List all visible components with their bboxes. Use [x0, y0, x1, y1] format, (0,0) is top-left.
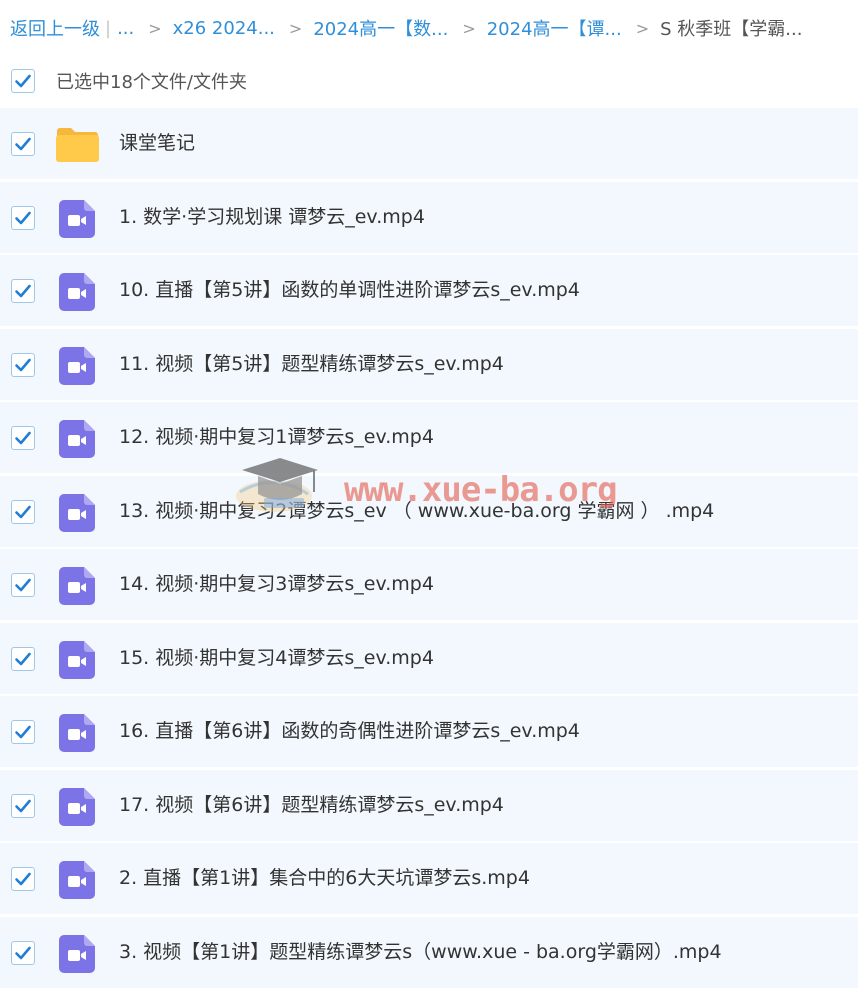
video-file-icon	[59, 714, 95, 752]
file-name[interactable]: 课堂笔记	[119, 108, 195, 179]
file-name[interactable]: 10. 直播【第5讲】函数的单调性进阶谭梦云s_ev.mp4	[119, 255, 580, 326]
row-checkbox[interactable]	[11, 352, 35, 377]
breadcrumb-more[interactable]: ...	[117, 18, 134, 39]
file-row[interactable]: 17. 视频【第6讲】题型精练谭梦云s_ev.mp4	[0, 769, 858, 841]
breadcrumb-item[interactable]: x26 2024...	[173, 18, 275, 39]
checkmark-icon	[15, 652, 31, 665]
breadcrumb-current: S 秋季班【学霸...	[660, 19, 803, 40]
file-row[interactable]: 1. 数学·学习规划课 谭梦云_ev.mp4	[0, 181, 858, 253]
file-row[interactable]: 10. 直播【第5讲】函数的单调性进阶谭梦云s_ev.mp4	[0, 255, 858, 326]
video-file-icon	[59, 861, 95, 899]
checkmark-icon	[15, 358, 31, 371]
checkmark-icon	[15, 725, 31, 739]
file-name[interactable]: 11. 视频【第5讲】题型精练谭梦云s_ev.mp4	[119, 329, 504, 400]
row-checkbox[interactable]	[11, 132, 35, 156]
breadcrumb-separator: >	[462, 18, 476, 38]
checkmark-icon	[15, 946, 31, 959]
file-row[interactable]: 11. 视频【第5讲】题型精练谭梦云s_ev.mp4	[0, 328, 858, 400]
checkmark-icon	[15, 799, 31, 812]
file-name[interactable]: 14. 视频·期中复习3谭梦云s_ev.mp4	[119, 549, 434, 620]
file-row[interactable]: 16. 直播【第6讲】函数的奇偶性进阶谭梦云s_ev.mp4	[0, 696, 858, 767]
row-checkbox[interactable]	[11, 720, 35, 744]
row-checkbox[interactable]	[11, 940, 35, 965]
file-row[interactable]: 2. 直播【第1讲】集合中的6大天坑谭梦云s.mp4	[0, 843, 858, 914]
file-name[interactable]: 17. 视频【第6讲】题型精练谭梦云s_ev.mp4	[119, 770, 504, 841]
breadcrumb-separator: >	[635, 18, 650, 38]
video-file-icon	[59, 199, 95, 238]
folder-icon	[55, 127, 100, 163]
checkmark-icon	[15, 211, 31, 224]
breadcrumb: 返回上一级 | ... > x26 2024... > 2024高一【数... …	[0, 0, 858, 56]
breadcrumb-separator: >	[148, 18, 162, 38]
checkmark-icon	[15, 74, 31, 88]
video-file-icon	[59, 420, 95, 458]
checkmark-icon	[15, 284, 31, 298]
file-name[interactable]: 16. 直播【第6讲】函数的奇偶性进阶谭梦云s_ev.mp4	[119, 696, 580, 767]
row-checkbox[interactable]	[11, 573, 35, 597]
checkmark-icon	[15, 431, 31, 445]
back-link[interactable]: 返回上一级	[10, 15, 100, 41]
breadcrumb-item[interactable]: 2024高一【数...	[313, 15, 448, 41]
file-row[interactable]: 3. 视频【第1讲】题型精练谭梦云s（www.xue - ba.org学霸网）.…	[0, 916, 858, 988]
select-all-checkbox[interactable]	[11, 69, 35, 93]
video-file-icon	[59, 493, 95, 532]
row-checkbox[interactable]	[11, 426, 35, 450]
folder-row[interactable]: 课堂笔记	[0, 108, 858, 179]
file-name[interactable]: 3. 视频【第1讲】题型精练谭梦云s（www.xue - ba.org学霸网）.…	[119, 917, 722, 988]
video-file-icon	[59, 273, 95, 311]
row-checkbox[interactable]	[11, 867, 35, 891]
file-row[interactable]: 14. 视频·期中复习3谭梦云s_ev.mp4	[0, 549, 858, 620]
file-name[interactable]: 2. 直播【第1讲】集合中的6大天坑谭梦云s.mp4	[119, 843, 530, 914]
breadcrumb-divider: |	[105, 17, 112, 39]
row-checkbox[interactable]	[11, 646, 35, 671]
breadcrumb-separator: >	[288, 18, 303, 38]
row-checkbox[interactable]	[11, 499, 35, 524]
file-name[interactable]: 15. 视频·期中复习4谭梦云s_ev.mp4	[119, 623, 434, 694]
file-row[interactable]: 13. 视频·期中复习2谭梦云s_ev （ www.xue-ba.org 学霸网…	[0, 475, 858, 547]
breadcrumb-item[interactable]: 2024高一【谭...	[487, 15, 622, 41]
file-name[interactable]: 1. 数学·学习规划课 谭梦云_ev.mp4	[119, 182, 425, 253]
file-row[interactable]: 15. 视频·期中复习4谭梦云s_ev.mp4	[0, 622, 858, 694]
file-row[interactable]: 12. 视频·期中复习1谭梦云s_ev.mp4	[0, 402, 858, 473]
selection-count: 已选中18个文件/文件夹	[56, 72, 247, 93]
checkmark-icon	[15, 578, 31, 592]
row-checkbox[interactable]	[11, 793, 35, 818]
file-name[interactable]: 13. 视频·期中复习2谭梦云s_ev （ www.xue-ba.org 学霸网…	[119, 476, 714, 547]
video-file-icon	[59, 787, 95, 826]
checkmark-icon	[15, 137, 31, 151]
video-file-icon	[59, 934, 95, 973]
selection-bar: 已选中18个文件/文件夹	[0, 56, 858, 106]
video-file-icon	[59, 346, 95, 385]
checkmark-icon	[15, 505, 31, 518]
video-file-icon	[59, 640, 95, 679]
checkmark-icon	[15, 872, 31, 886]
row-checkbox[interactable]	[11, 279, 35, 303]
video-file-icon	[59, 567, 95, 605]
file-name[interactable]: 12. 视频·期中复习1谭梦云s_ev.mp4	[119, 402, 434, 473]
row-checkbox[interactable]	[11, 205, 35, 230]
